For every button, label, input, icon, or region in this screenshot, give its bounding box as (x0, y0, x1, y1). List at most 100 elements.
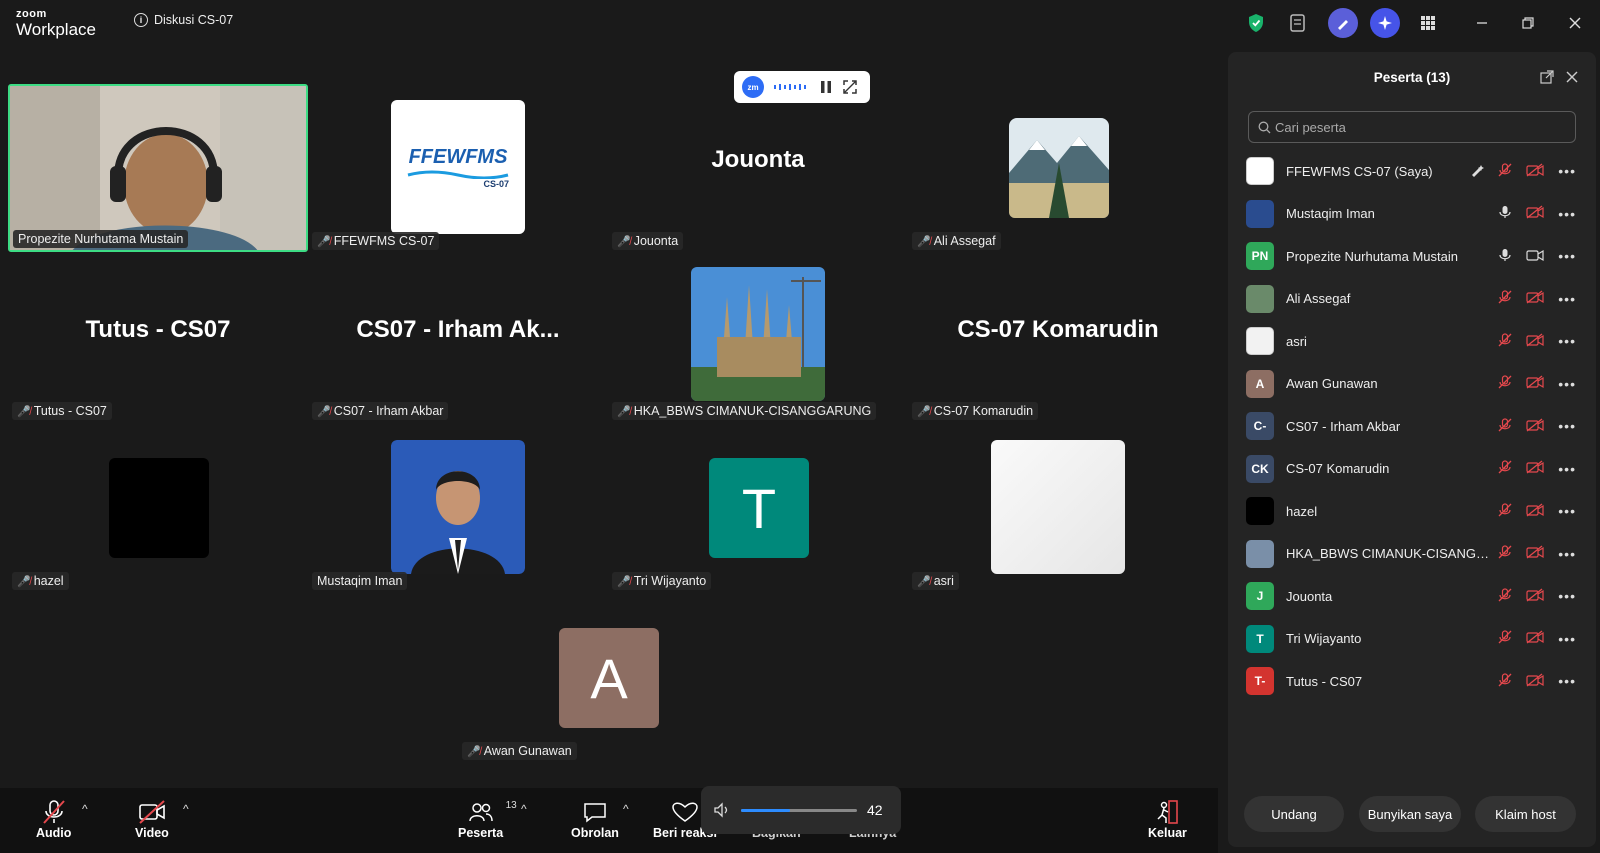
notes-icon[interactable] (1283, 8, 1313, 38)
close-panel-icon[interactable] (1565, 70, 1579, 89)
leave-button[interactable]: Keluar (1148, 798, 1187, 840)
more-options-icon[interactable]: ••• (1558, 631, 1576, 647)
muted-mic-icon: 🎤̸ (617, 235, 631, 248)
muted-mic-icon (1498, 375, 1512, 392)
name-tag: 🎤̸ asri (912, 572, 959, 590)
video-tile[interactable]: Tutus - CS07 🎤̸ Tutus - CS07 (8, 254, 308, 422)
close-window-icon[interactable] (1560, 8, 1590, 38)
audio-options-caret[interactable]: ^ (82, 802, 88, 816)
display-name-large: Jouonta (711, 146, 805, 173)
participants-panel: Peserta (13) Cari peserta FFEWFMS CS-07 … (1228, 52, 1596, 847)
recording-indicator[interactable]: zm (734, 71, 870, 103)
video-tile[interactable]: CS-07 Komarudin 🎤̸ CS-07 Komarudin (908, 254, 1208, 422)
muted-mic-icon (1498, 333, 1512, 350)
info-icon: i (134, 13, 148, 27)
muted-mic-icon (1498, 503, 1512, 520)
participant-row[interactable]: T Tri Wijayanto ••• (1228, 618, 1596, 661)
meeting-info-button[interactable]: i Diskusi CS-07 (134, 13, 233, 27)
video-off-icon (1526, 588, 1544, 605)
participants-icon (468, 803, 493, 822)
participant-row[interactable]: hazel ••• (1228, 490, 1596, 533)
video-tile[interactable]: 🎤̸ Ali Assegaf (908, 84, 1208, 252)
video-tile[interactable]: Jouonta 🎤̸ Jouonta (608, 84, 908, 252)
muted-mic-icon: 🎤̸ (467, 745, 481, 758)
ai-companion-icon[interactable] (1370, 8, 1400, 38)
video-off-icon (1526, 375, 1544, 392)
muted-mic-icon (1498, 460, 1512, 477)
video-gallery: Propezite Nurhutama Mustain FFEWFMS CS-0… (0, 46, 1218, 788)
video-tile[interactable]: FFEWFMS CS-07 🎤̸ FFEWFMS CS-07 (308, 84, 608, 252)
more-options-icon[interactable]: ••• (1558, 461, 1576, 477)
participant-row[interactable]: Mustaqim Iman ••• (1228, 193, 1596, 236)
portrait-avatar (391, 440, 525, 574)
more-options-icon[interactable]: ••• (1558, 206, 1576, 222)
video-tile[interactable]: 🎤̸ HKA_BBWS CIMANUK-CISANGGARUNG (608, 254, 908, 422)
video-off-icon (1526, 418, 1544, 435)
chat-options-caret[interactable]: ^ (623, 802, 629, 816)
participant-row[interactable]: T- Tutus - CS07 ••• (1228, 660, 1596, 703)
more-options-icon[interactable]: ••• (1558, 418, 1576, 434)
participant-row[interactable]: C- CS07 - Irham Akbar ••• (1228, 405, 1596, 448)
mic-icon (1498, 248, 1512, 265)
restore-icon[interactable] (1513, 8, 1543, 38)
more-options-icon[interactable]: ••• (1558, 588, 1576, 604)
participant-row[interactable]: asri ••• (1228, 320, 1596, 363)
claim-host-button[interactable]: Klaim host (1475, 796, 1576, 832)
video-off-icon (139, 800, 165, 824)
video-tile[interactable]: A 🎤̸ Awan Gunawan (458, 594, 758, 762)
whiteboard-pen-icon[interactable] (1328, 8, 1358, 38)
pop-out-icon[interactable] (1540, 70, 1554, 89)
participants-button[interactable]: 13 Peserta (458, 798, 517, 840)
video-button[interactable]: Video (135, 798, 169, 840)
participant-row[interactable]: Ali Assegaf ••• (1228, 278, 1596, 321)
whiteboard-pen-icon[interactable] (1470, 163, 1485, 180)
video-off-icon (1526, 673, 1544, 690)
more-options-icon[interactable]: ••• (1558, 248, 1576, 264)
more-options-icon[interactable]: ••• (1558, 163, 1576, 179)
video-tile[interactable]: 🎤̸ asri (908, 424, 1208, 592)
participants-count: 13 (505, 800, 517, 811)
audio-button[interactable]: Audio (36, 798, 71, 840)
apps-grid-icon[interactable] (1413, 8, 1443, 38)
more-options-icon[interactable]: ••• (1558, 673, 1576, 689)
speaker-icon[interactable] (713, 802, 731, 818)
more-options-icon[interactable]: ••• (1558, 376, 1576, 392)
video-tile[interactable]: 🎤̸ hazel (8, 424, 308, 592)
more-options-icon[interactable]: ••• (1558, 503, 1576, 519)
video-tile[interactable]: Mustaqim Iman (308, 424, 608, 592)
invite-button[interactable]: Undang (1244, 796, 1344, 832)
participant-row[interactable]: HKA_BBWS CIMANUK-CISANGGA... ••• (1228, 533, 1596, 576)
participant-search-input[interactable]: Cari peserta (1248, 111, 1576, 143)
muted-mic-icon: 🎤̸ (917, 575, 931, 588)
cathedral-avatar (691, 267, 825, 401)
video-tile[interactable]: CS07 - Irham Ak... 🎤̸ CS07 - Irham Akbar (308, 254, 608, 422)
ffewfms-logo: FFEWFMS CS-07 (391, 100, 525, 234)
name-tag: 🎤̸ CS07 - Irham Akbar (312, 402, 449, 420)
pause-icon[interactable] (820, 80, 832, 94)
muted-mic-icon: 🎤̸ (17, 575, 31, 588)
participants-options-caret[interactable]: ^ (521, 802, 527, 816)
participant-row[interactable]: FFEWFMS CS-07 (Saya) ••• (1228, 150, 1596, 193)
more-options-icon[interactable]: ••• (1558, 333, 1576, 349)
minimize-icon[interactable] (1467, 8, 1497, 38)
video-tile[interactable]: T 🎤̸ Tri Wijayanto (608, 424, 908, 592)
meeting-toolbar: Audio ^ Video ^ 13 Peserta ^ Obrolan ^ B… (0, 788, 1218, 853)
participant-name: Tutus - CS07 (1286, 673, 1363, 689)
more-options-icon[interactable]: ••• (1558, 546, 1576, 562)
security-shield-icon[interactable] (1241, 8, 1271, 38)
muted-mic-icon (1498, 418, 1512, 435)
volume-slider[interactable] (741, 808, 857, 812)
participant-row[interactable]: PN Propezite Nurhutama Mustain ••• (1228, 235, 1596, 278)
name-tag: 🎤̸ Jouonta (612, 232, 684, 250)
video-tile[interactable]: Propezite Nurhutama Mustain (8, 84, 308, 252)
participant-row[interactable]: CK CS-07 Komarudin ••• (1228, 448, 1596, 491)
participant-row[interactable]: A Awan Gunawan ••• (1228, 363, 1596, 406)
video-options-caret[interactable]: ^ (183, 802, 189, 816)
participant-name: HKA_BBWS CIMANUK-CISANGGA... (1286, 546, 1491, 562)
video-off-icon (1526, 545, 1544, 562)
participant-row[interactable]: J Jouonta ••• (1228, 575, 1596, 618)
chat-button[interactable]: Obrolan (571, 798, 619, 840)
more-options-icon[interactable]: ••• (1558, 291, 1576, 307)
unmute-me-button[interactable]: Bunyikan saya (1359, 796, 1461, 832)
expand-icon[interactable] (842, 79, 858, 95)
